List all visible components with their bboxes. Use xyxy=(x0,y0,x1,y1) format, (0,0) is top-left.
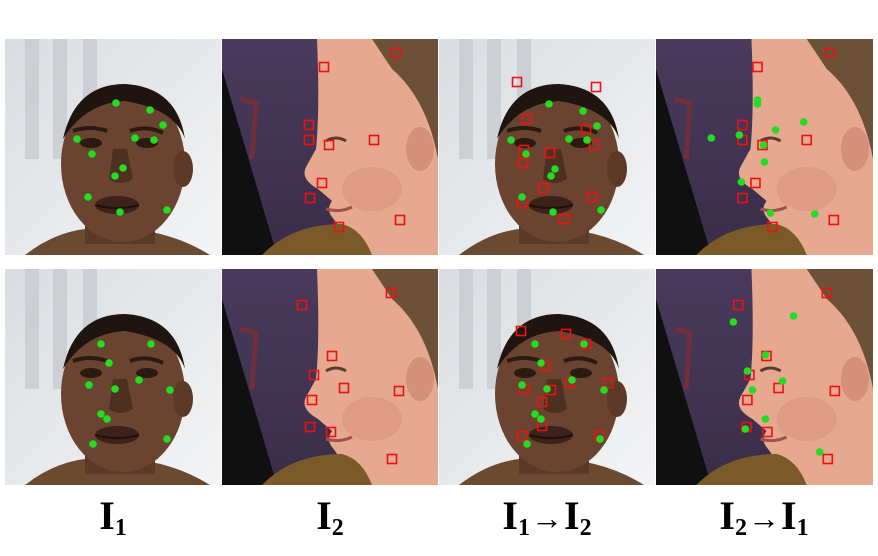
keypoint-dot-marker xyxy=(579,107,587,115)
photo-panel-r1-c3 xyxy=(439,39,655,255)
keypoint-dot-marker xyxy=(116,208,124,216)
keypoint-dot-marker xyxy=(735,131,744,139)
photo-panel-r2-c4 xyxy=(656,269,873,485)
keypoint-dot-marker xyxy=(760,158,769,166)
photo-panel-r1-c1 xyxy=(5,39,221,255)
keypoint-dot-marker xyxy=(778,377,787,385)
caption-i2-to-i1: I2→I1 xyxy=(719,493,809,541)
keypoint-dot-marker xyxy=(147,340,155,348)
keypoint-dot-marker xyxy=(131,134,139,142)
keypoint-dot-marker xyxy=(518,381,526,389)
photo-panel-r1-c4 xyxy=(656,39,873,255)
keypoint-dot-marker xyxy=(748,386,757,394)
keypoint-dot-marker xyxy=(799,118,808,126)
keypoint-dot-marker xyxy=(111,172,119,180)
keypoint-dot-marker xyxy=(810,210,819,218)
keypoint-dot-marker xyxy=(565,135,573,143)
keypoint-dot-marker xyxy=(547,172,555,180)
keypoint-dot-marker xyxy=(146,106,154,114)
keypoint-dot-marker xyxy=(97,410,105,418)
keypoint-dot-marker xyxy=(89,440,97,448)
keypoint-dot-marker xyxy=(531,340,539,348)
keypoint-dot-marker xyxy=(593,122,601,130)
keypoint-dot-marker xyxy=(112,99,120,107)
keypoint-dot-marker xyxy=(545,100,553,108)
keypoint-dot-marker xyxy=(753,100,762,108)
photo-panel-r2-c1 xyxy=(5,269,221,485)
keypoint-dot-marker xyxy=(583,136,591,144)
keypoint-dot-marker xyxy=(73,135,81,143)
keypoint-dot-marker xyxy=(537,359,545,367)
keypoint-dot-marker xyxy=(150,136,158,144)
keypoint-dot-marker xyxy=(111,385,119,393)
photo-panel-r2-c3 xyxy=(439,269,655,485)
keypoint-dot-marker xyxy=(580,340,588,348)
keypoint-dot-marker xyxy=(729,318,738,326)
keypoint-dot-marker xyxy=(771,126,780,134)
keypoint-dot-marker xyxy=(166,386,174,394)
keypoint-dot-marker xyxy=(741,425,750,433)
keypoint-dot-marker xyxy=(789,312,798,320)
keypoint-dot-marker xyxy=(159,121,167,129)
photo-panel-r2-c2 xyxy=(222,269,438,485)
keypoint-dot-marker xyxy=(597,206,605,214)
keypoint-dot-marker xyxy=(507,136,515,144)
keypoint-dot-marker xyxy=(761,351,770,359)
keypoint-dot-marker xyxy=(103,415,111,423)
keypoint-dot-marker xyxy=(759,141,768,149)
keypoint-dot-marker xyxy=(85,381,93,389)
keypoint-dot-marker xyxy=(737,178,746,186)
keypoint-dot-marker xyxy=(119,164,127,172)
keypoint-dot-marker xyxy=(766,209,775,217)
keypoint-dot-marker xyxy=(600,386,608,394)
keypoint-dot-marker xyxy=(163,435,171,443)
keypoint-dot-marker xyxy=(551,165,559,173)
keypoint-dot-marker xyxy=(815,448,824,456)
keypoint-dot-marker xyxy=(523,440,531,448)
caption-i2: I2 xyxy=(316,493,344,541)
keypoint-dot-marker xyxy=(707,134,716,142)
keypoint-dot-marker xyxy=(105,359,113,367)
keypoint-dot-marker xyxy=(88,150,96,158)
caption-i1-to-i2: I1→I2 xyxy=(502,493,592,541)
keypoint-dot-marker xyxy=(163,206,171,214)
photo-panel-r1-c2 xyxy=(222,39,438,255)
caption-i1: I1 xyxy=(99,493,127,541)
keypoint-dot-marker xyxy=(568,376,576,384)
keypoint-dot-marker xyxy=(135,376,143,384)
keypoint-dot-marker xyxy=(743,367,752,375)
keypoint-dot-marker xyxy=(549,208,557,216)
keypoint-dot-marker xyxy=(543,385,551,393)
keypoint-dot-marker xyxy=(761,415,770,423)
keypoint-dot-marker xyxy=(537,415,545,423)
keypoint-dot-marker xyxy=(531,410,539,418)
keypoint-dot-marker xyxy=(84,193,92,201)
keypoint-dot-marker xyxy=(97,340,105,348)
keypoint-dot-marker xyxy=(522,150,530,158)
keypoint-dot-marker xyxy=(596,435,604,443)
keypoint-dot-marker xyxy=(518,193,526,201)
